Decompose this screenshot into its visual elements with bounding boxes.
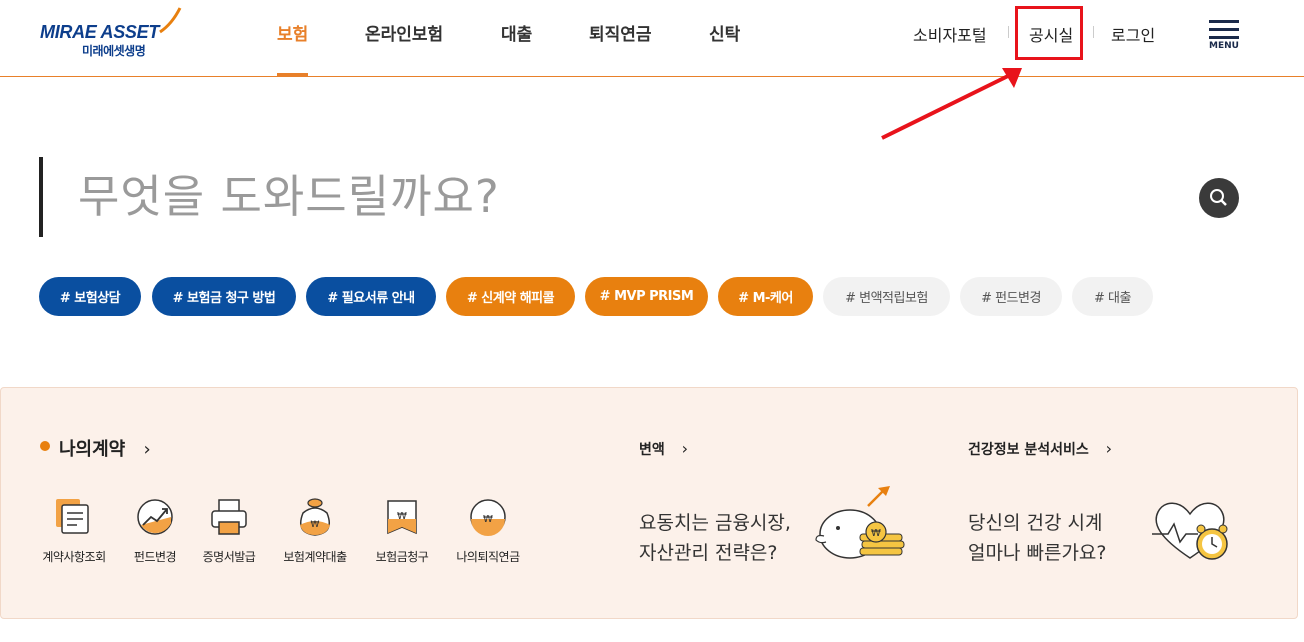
util-divider [1008, 26, 1009, 38]
health-analysis-link[interactable]: 건강정보 분석서비스 › [968, 439, 1112, 459]
piggy-bank-icon: ₩ [815, 486, 905, 559]
tag-m-care[interactable]: # M-케어 [718, 277, 813, 316]
quick-label: 보험금청구 [375, 550, 429, 564]
tag-mvp-prism[interactable]: # MVP PRISM [585, 277, 708, 316]
quick-insurance-claim[interactable]: ₩ 보험금청구 [357, 495, 447, 565]
logo-swoosh-icon [159, 7, 182, 34]
site-header: MIRAE ASSET 미래에셋생명 보험 온라인보험 대출 퇴직연금 신탁 소… [0, 0, 1304, 77]
quick-policy-loan[interactable]: ₩ 보험계약대출 [270, 495, 360, 565]
tag-insurance-consult[interactable]: # 보험상담 [39, 277, 141, 316]
variable-link[interactable]: 변액 › [639, 439, 688, 459]
heart-clock-icon [1152, 502, 1228, 560]
variable-title: 변액 [639, 442, 665, 458]
mirae-asset-logo[interactable]: MIRAE ASSET 미래에셋생명 [40, 7, 185, 64]
receipt-icon: ₩ [387, 500, 417, 535]
quick-label: 증명서발급 [202, 550, 256, 564]
util-divider [1093, 26, 1094, 38]
health-promo-line1: 당신의 건강 시계 [968, 512, 1103, 534]
health-promo[interactable]: 당신의 건강 시계 얼마나 빠른가요? [968, 508, 1107, 568]
menu-bar [1209, 36, 1239, 39]
menu-label: MENU [1209, 41, 1239, 51]
variable-promo-line2: 자산관리 전략은? [639, 542, 778, 564]
tag-loan[interactable]: # 대출 [1072, 277, 1153, 316]
tag-happy-call[interactable]: # 신계약 해피콜 [446, 277, 575, 316]
health-promo-line2: 얼마나 빠른가요? [968, 542, 1107, 564]
tag-required-documents[interactable]: # 필요서류 안내 [306, 277, 436, 316]
highlight-box [1015, 6, 1083, 60]
logo-sub: 미래에셋생명 [82, 44, 146, 58]
variable-promo-line1: 요동치는 금융시장, [639, 512, 791, 534]
growth-chart-icon [137, 499, 173, 535]
my-contract-title: 나의계약 [59, 439, 126, 460]
chevron-right-icon: › [1105, 439, 1113, 458]
quick-contract-inquiry[interactable]: 계약사항조회 [29, 495, 119, 565]
nav-trust[interactable]: 신탁 [709, 20, 740, 45]
my-contract-link[interactable]: 나의계약 › [59, 435, 151, 461]
menu-button[interactable]: MENU [1207, 20, 1241, 56]
menu-bar [1209, 28, 1239, 31]
nav-insurance[interactable]: 보험 [277, 20, 308, 45]
active-nav-underline [277, 73, 308, 76]
printer-icon [211, 499, 247, 535]
svg-text:₩: ₩ [483, 514, 493, 525]
nav-loan[interactable]: 대출 [501, 20, 532, 45]
pension-gauge-icon: ₩ [470, 499, 506, 536]
search-button[interactable] [1199, 178, 1239, 218]
nav-retirement-pension[interactable]: 퇴직연금 [589, 20, 652, 45]
tag-claim-method[interactable]: # 보험금 청구 방법 [152, 277, 296, 316]
search-accent-bar [39, 157, 43, 237]
search-input[interactable]: 무엇을 도와드릴까요? [78, 160, 500, 225]
svg-text:₩: ₩ [871, 528, 881, 539]
login-link[interactable]: 로그인 [1111, 22, 1155, 46]
document-list-icon [56, 499, 89, 534]
consumer-portal-link[interactable]: 소비자포털 [913, 22, 987, 46]
svg-text:₩: ₩ [397, 511, 407, 522]
variable-promo[interactable]: 요동치는 금융시장, 자산관리 전략은? [639, 508, 791, 568]
search-icon [1210, 189, 1227, 206]
quick-label: 계약사항조회 [42, 550, 106, 564]
red-arrow-annotation [881, 68, 1022, 140]
chevron-right-icon: › [143, 439, 151, 460]
quick-certificate[interactable]: 증명서발급 [184, 495, 274, 565]
logo-brand: MIRAE ASSET [40, 22, 160, 42]
quick-label: 보험계약대출 [283, 550, 347, 564]
svg-text:₩: ₩ [311, 520, 320, 530]
health-title: 건강정보 분석서비스 [968, 442, 1089, 458]
bullet-dot [40, 441, 50, 451]
chevron-right-icon: › [681, 439, 689, 458]
menu-bar [1209, 20, 1239, 23]
tag-fund-change[interactable]: # 펀드변경 [960, 277, 1062, 316]
money-bag-icon: ₩ [300, 498, 330, 536]
quick-my-pension[interactable]: ₩ 나의퇴직연금 [443, 495, 533, 565]
tag-variable-savings[interactable]: # 변액적립보험 [823, 277, 950, 316]
nav-online-insurance[interactable]: 온라인보험 [365, 20, 443, 45]
quick-label: 나의퇴직연금 [456, 550, 520, 564]
